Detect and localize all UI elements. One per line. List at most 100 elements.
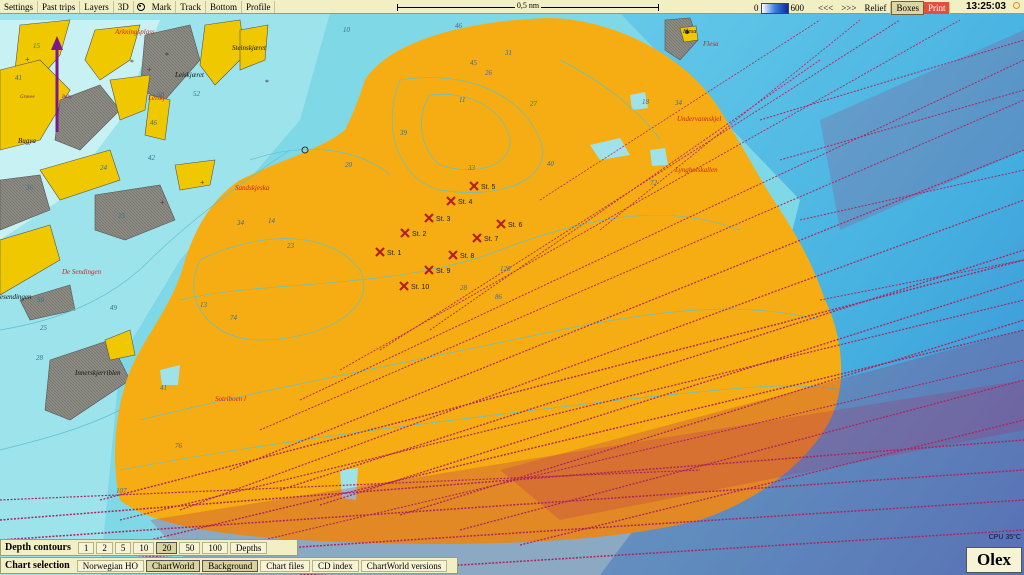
- svg-text:Flesa: Flesa: [702, 40, 719, 48]
- station-label: St. 2: [412, 231, 427, 238]
- contour-option-100[interactable]: 100: [202, 541, 228, 554]
- svg-text:Sotriboen l: Sotriboen l: [215, 395, 246, 403]
- contour-option-1[interactable]: 1: [77, 541, 95, 554]
- station-label: St. 8: [460, 253, 475, 260]
- depth-sounding: 25: [118, 212, 126, 220]
- svg-text:*: *: [265, 78, 269, 87]
- svg-text:*: *: [130, 58, 134, 67]
- depth-sounding: 41: [15, 74, 22, 82]
- depth-sounding: 33: [467, 164, 476, 172]
- depth-sounding: 27: [530, 100, 538, 108]
- profile-button[interactable]: Profile: [242, 0, 276, 13]
- depth-max: 600: [790, 3, 805, 13]
- svg-text:Flesa: Flesa: [682, 29, 696, 35]
- depth-sounding: 86: [495, 293, 503, 301]
- depth-sounding: 13: [200, 301, 208, 309]
- station-label: St. 6: [508, 222, 523, 229]
- chart-option-chartworld[interactable]: ChartWorld: [145, 559, 201, 572]
- forward-button[interactable]: >>>: [837, 2, 860, 14]
- depth-sounding: 56: [37, 296, 45, 304]
- svg-text:Lyngholskallen: Lyngholskallen: [674, 166, 718, 174]
- boxes-button[interactable]: Boxes: [891, 1, 924, 15]
- contour-option-20[interactable]: 20: [156, 541, 178, 554]
- depth-sounding: 23: [287, 242, 295, 250]
- relief-button[interactable]: Relief: [860, 2, 892, 14]
- depth-sounding: 107: [116, 487, 127, 495]
- contour-option-depths[interactable]: Depths: [229, 541, 268, 554]
- station-label: St. 1: [387, 250, 402, 257]
- chart-option-cd-index[interactable]: CD index: [312, 559, 359, 572]
- depth-sounding: 41: [160, 384, 167, 392]
- svg-text:Leiskjæret: Leiskjæret: [174, 71, 205, 79]
- scale-label: 0,5 nm: [514, 1, 542, 10]
- contour-option-2[interactable]: 2: [96, 541, 113, 554]
- depth-sounding: 18: [642, 98, 650, 106]
- track-button[interactable]: Track: [176, 0, 206, 13]
- svg-text:Steinskjæret: Steinskjæret: [232, 44, 267, 52]
- svg-text:*: *: [165, 51, 169, 60]
- 3d-button[interactable]: 3D: [114, 0, 134, 13]
- chart-selection-title: Chart selection: [5, 560, 70, 571]
- cpu-temperature: CPU 35°C: [988, 534, 1021, 541]
- chart-option-chartworld-versions[interactable]: ChartWorld versions: [360, 559, 448, 572]
- mark-button[interactable]: Mark: [148, 0, 177, 13]
- depth-sounding: 34: [236, 219, 245, 227]
- chart-map[interactable]: St. 1 St. 2 St. 3 St. 4 St. 5 St. 6 St. 7 St. 8…: [0, 13, 1024, 575]
- depth-contours-panel: Depth contours 1 2 5 10 20 50 100 Depths: [0, 539, 298, 556]
- depth-sounding: 28: [460, 284, 468, 292]
- contour-option-50[interactable]: 50: [179, 541, 201, 554]
- station-label: St. 5: [481, 184, 496, 191]
- contour-option-5[interactable]: 5: [114, 541, 132, 554]
- depth-sounding: 28: [36, 354, 44, 362]
- chart-option-norwegian-ho[interactable]: Norwegian HO: [76, 559, 144, 572]
- station-label: St. 3: [436, 216, 451, 223]
- svg-text:Baby: Baby: [62, 95, 73, 100]
- depth-sounding: 128: [500, 265, 511, 273]
- depth-sounding: 50: [157, 91, 165, 99]
- svg-text:+: +: [147, 65, 152, 74]
- svg-text:+: +: [200, 178, 205, 187]
- bottom-button[interactable]: Bottom: [206, 0, 242, 13]
- scale-bar: 0,5 nm: [397, 1, 659, 12]
- back-button[interactable]: <<<: [814, 2, 837, 14]
- past-trips-button[interactable]: Past trips: [38, 0, 81, 13]
- depth-sounding: 39: [399, 129, 408, 137]
- chart-option-background[interactable]: Background: [202, 559, 259, 572]
- depth-color-scale[interactable]: 0 600 <<< >>> Relief Boxes Print: [754, 1, 951, 15]
- svg-text:De Sendingen: De Sendingen: [61, 268, 102, 276]
- print-button[interactable]: Print: [923, 2, 951, 14]
- svg-text:Sandskjeska: Sandskjeska: [235, 184, 270, 192]
- depth-sounding: 46: [455, 22, 463, 30]
- sun-icon[interactable]: [1013, 2, 1020, 9]
- depth-sounding: 49: [110, 304, 118, 312]
- chart-selection-panel: Chart selection Norwegian HO ChartWorld Ba…: [0, 557, 458, 574]
- depth-sounding: 14: [268, 217, 276, 225]
- depth-sounding: 24: [100, 164, 108, 172]
- depth-sounding: 10: [343, 26, 351, 34]
- svg-text:esendingen: esendingen: [0, 293, 32, 301]
- depth-contours-title: Depth contours: [5, 542, 71, 553]
- olex-logo[interactable]: Olex: [966, 547, 1022, 573]
- target-icon[interactable]: [136, 2, 145, 11]
- depth-sounding: 72: [650, 179, 658, 187]
- depth-sounding: 31: [504, 49, 512, 57]
- depth-gradient: [760, 2, 789, 14]
- depth-sounding: 76: [175, 442, 183, 450]
- depth-sounding: 34: [674, 99, 683, 107]
- svg-text:Gruvee: Gruvee: [20, 95, 35, 100]
- layers-button[interactable]: Layers: [80, 0, 114, 13]
- depth-sounding: 15: [33, 42, 41, 50]
- contour-option-10[interactable]: 10: [133, 541, 155, 554]
- depth-sounding: 25: [40, 324, 48, 332]
- depth-sounding: 11: [459, 96, 465, 104]
- depth-sounding: 74: [230, 314, 238, 322]
- depth-sounding: 26: [485, 69, 493, 77]
- depth-sounding: 42: [148, 154, 156, 162]
- svg-text:+: +: [160, 198, 165, 207]
- chart-option-chart-files[interactable]: Chart files: [260, 559, 310, 572]
- svg-text:Arkningsplass: Arkningsplass: [114, 28, 155, 36]
- svg-text:Bugya: Bugya: [18, 137, 36, 145]
- station-label: St. 10: [411, 284, 429, 291]
- settings-button[interactable]: Settings: [0, 0, 39, 13]
- station-label: St. 7: [484, 236, 499, 243]
